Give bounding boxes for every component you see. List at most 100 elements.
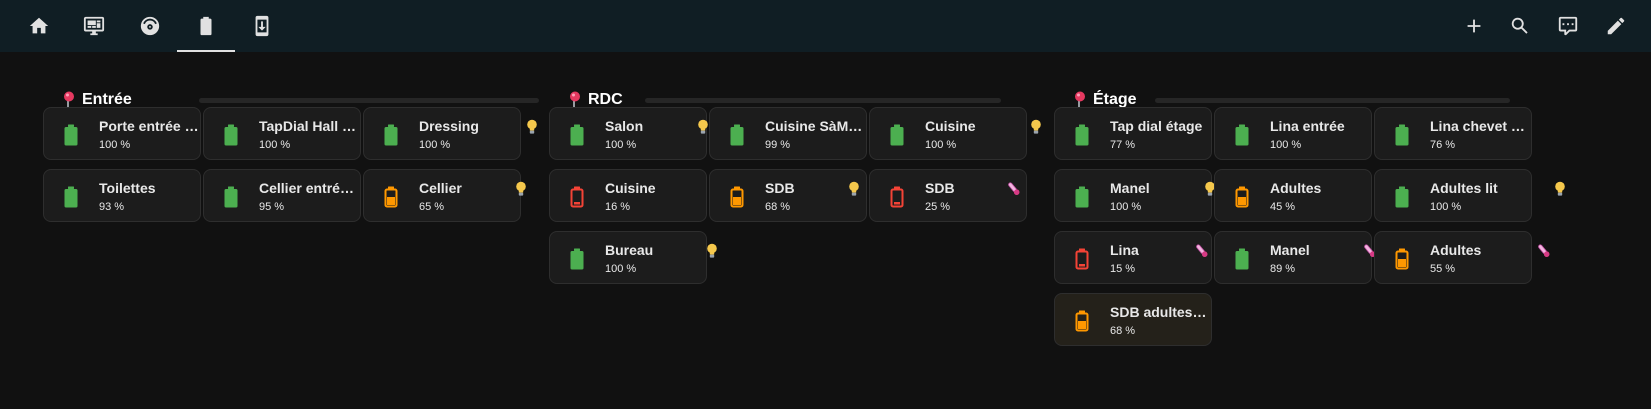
section-divider xyxy=(645,98,1001,103)
battery-card[interactable]: SDB adultes … 68 % xyxy=(1054,293,1212,346)
battery-card-name: Cuisine SàM … xyxy=(765,118,865,134)
battery-medium-icon xyxy=(1075,310,1089,332)
light-bulb-icon xyxy=(1031,119,1041,134)
battery-card[interactable]: Adultes 55 % xyxy=(1374,231,1550,284)
assist-chat-icon xyxy=(1558,16,1578,36)
cellphone-arrow-down-icon xyxy=(255,15,269,37)
robot-vacuum-icon xyxy=(140,16,160,36)
battery-card-value: 100 % xyxy=(259,139,291,151)
thermometer-icon xyxy=(1538,244,1550,258)
battery-card[interactable]: Porte entrée … 100 % xyxy=(43,107,201,160)
battery-card[interactable]: Cuisine SàM … 99 % xyxy=(709,107,867,160)
section-divider xyxy=(199,98,539,103)
battery-card[interactable]: Dressing 100 % xyxy=(363,107,537,160)
battery-card-value: 68 % xyxy=(765,201,791,213)
battery-good-icon xyxy=(570,248,584,270)
thermometer-icon xyxy=(1008,182,1020,196)
section-divider xyxy=(1155,98,1510,103)
thermometer-icon xyxy=(1196,244,1208,258)
battery-card-name: Adultes lit xyxy=(1430,180,1498,196)
battery-medium-icon xyxy=(384,186,398,208)
pencil-icon xyxy=(1607,17,1625,35)
battery-good-icon xyxy=(1395,124,1409,146)
battery-card[interactable]: Lina chevet … 76 % xyxy=(1374,107,1532,160)
tab-vacuum[interactable] xyxy=(121,0,179,52)
battery-good-icon xyxy=(224,186,238,208)
battery-good-icon xyxy=(1235,124,1249,146)
battery-card-name: Adultes xyxy=(1270,180,1322,196)
battery-card-name: Porte entrée … xyxy=(99,118,199,134)
battery-card-value: 25 % xyxy=(925,201,951,213)
battery-card[interactable]: Adultes lit 100 % xyxy=(1374,169,1565,222)
battery-card[interactable]: Cellier entrée… 95 % xyxy=(203,169,361,222)
battery-medium-icon xyxy=(1235,186,1249,208)
light-bulb-icon xyxy=(707,243,717,258)
battery-good-icon xyxy=(1075,186,1089,208)
plus-icon xyxy=(1467,19,1481,33)
battery-card-value: 16 % xyxy=(605,201,631,213)
battery-card-name: Tap dial étage xyxy=(1110,118,1203,134)
battery-card[interactable]: Salon 100 % xyxy=(549,107,708,160)
tab-dashboard[interactable] xyxy=(65,0,123,52)
light-bulb-icon xyxy=(698,119,708,134)
battery-card-value: 65 % xyxy=(419,201,445,213)
battery-card[interactable]: Manel 89 % xyxy=(1214,231,1376,284)
battery-card-value: 93 % xyxy=(99,201,125,213)
battery-low-icon xyxy=(890,186,904,208)
battery-good-icon xyxy=(570,124,584,146)
home-icon xyxy=(29,17,49,34)
battery-icon xyxy=(200,16,212,36)
battery-card[interactable]: TapDial Hall … 100 % xyxy=(203,107,361,160)
battery-card-value: 95 % xyxy=(259,201,285,213)
battery-card[interactable]: Bureau 100 % xyxy=(549,231,717,284)
search-button[interactable] xyxy=(1500,6,1540,46)
battery-good-icon xyxy=(890,124,904,146)
battery-card-value: 100 % xyxy=(605,263,637,275)
battery-card-value: 100 % xyxy=(1270,139,1302,151)
battery-card-name: Lina chevet … xyxy=(1430,118,1525,134)
battery-card-name: Manel xyxy=(1110,180,1150,196)
battery-card-value: 100 % xyxy=(99,139,131,151)
battery-card[interactable]: SDB 25 % xyxy=(869,169,1027,222)
battery-card-name: Cellier xyxy=(419,180,462,196)
battery-good-icon xyxy=(224,124,238,146)
tab-devices[interactable] xyxy=(233,0,291,52)
battery-card-value: 55 % xyxy=(1430,263,1456,275)
battery-card-value: 100 % xyxy=(605,139,637,151)
battery-card-name: SDB adultes … xyxy=(1110,304,1210,320)
battery-card-name: Salon xyxy=(605,118,644,134)
battery-card-name: Cuisine xyxy=(605,180,656,196)
battery-card[interactable]: Lina 15 % xyxy=(1054,231,1212,284)
battery-card-value: 89 % xyxy=(1270,263,1296,275)
battery-card[interactable]: Cellier 65 % xyxy=(363,169,526,222)
battery-card-value: 68 % xyxy=(1110,325,1136,337)
tab-batteries[interactable] xyxy=(177,0,235,52)
battery-card-name: Lina entrée xyxy=(1270,118,1345,134)
battery-card-value: 100 % xyxy=(1430,201,1462,213)
battery-card[interactable]: Cuisine 16 % xyxy=(549,169,722,222)
add-button[interactable] xyxy=(1454,6,1494,46)
light-bulb-icon xyxy=(849,181,859,196)
edit-button[interactable] xyxy=(1596,6,1636,46)
battery-card[interactable]: SDB 68 % xyxy=(709,169,867,222)
battery-low-icon xyxy=(1075,248,1089,270)
top-app-bar xyxy=(0,0,1651,52)
battery-medium-icon xyxy=(1395,248,1409,270)
battery-card[interactable]: Manel 100 % xyxy=(1054,169,1215,222)
tab-home[interactable] xyxy=(10,0,68,52)
battery-good-icon xyxy=(730,124,744,146)
battery-card-value: 100 % xyxy=(419,139,451,151)
light-bulb-icon xyxy=(516,181,526,196)
light-bulb-icon xyxy=(527,119,537,134)
battery-card[interactable]: Toilettes 93 % xyxy=(43,169,219,222)
battery-card-name: Cellier entrée… xyxy=(259,180,359,196)
battery-card[interactable]: Cuisine 100 % xyxy=(869,107,1041,160)
battery-card[interactable]: Adultes 45 % xyxy=(1214,169,1389,222)
battery-card[interactable]: Lina entrée 100 % xyxy=(1214,107,1405,160)
battery-good-icon xyxy=(64,186,78,208)
battery-card[interactable]: Tap dial étage 77 % xyxy=(1054,107,1212,160)
battery-good-icon xyxy=(1075,124,1089,146)
assist-button[interactable] xyxy=(1548,6,1588,46)
light-bulb-icon xyxy=(1555,181,1565,196)
battery-card-name: Lina xyxy=(1110,242,1139,258)
